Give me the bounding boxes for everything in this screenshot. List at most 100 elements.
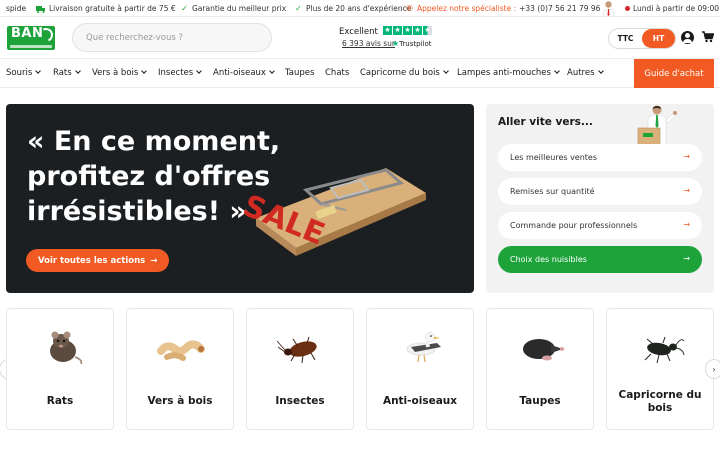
mole-icon — [523, 339, 564, 361]
quick-link-quantity-discounts[interactable]: Remises sur quantité → — [498, 178, 702, 205]
nav-item-lampes-anti-mouches[interactable]: Lampes anti-mouches — [457, 68, 560, 78]
quick-link-label: Les meilleures ventes — [510, 153, 598, 162]
category-label: Taupes — [519, 395, 561, 407]
status-dot-icon — [625, 6, 630, 11]
check-icon: ✓ — [295, 3, 302, 13]
topbar-text: Garantie du meilleur prix — [192, 4, 287, 13]
nav-item-label: Lampes anti-mouches — [457, 68, 551, 78]
chevron-down-icon — [597, 68, 604, 74]
rat-icon — [50, 331, 83, 365]
quick-link-best-sellers[interactable]: Les meilleures ventes → — [498, 144, 702, 171]
check-icon: ✓ — [181, 3, 188, 13]
nav-item-insectes[interactable]: Insectes — [158, 68, 203, 78]
seagull-icon — [406, 332, 441, 363]
cockroach-icon — [277, 336, 317, 364]
trustpilot-reviews-link[interactable]: 6 393 avis sur — [342, 39, 395, 48]
arrow-right-icon: → — [150, 255, 158, 266]
tax-ttc-option[interactable]: TTC — [609, 29, 642, 48]
quick-link-professional-orders[interactable]: Commande pour professionnels → — [498, 212, 702, 239]
main-nav: Souris Rats Vers à bois Insectes Anti-oi… — [0, 58, 720, 88]
quick-link-pest-choice[interactable]: Choix des nuisibles → — [498, 246, 702, 273]
chevron-down-icon — [554, 68, 560, 74]
tax-ht-option[interactable]: HT — [642, 29, 675, 48]
category-label: Rats — [46, 395, 74, 407]
nav-item-rats[interactable]: Rats — [53, 68, 81, 78]
account-icon[interactable] — [681, 31, 694, 44]
topbar-item-experience: ✓ Plus de 20 ans d'expérience — [294, 4, 411, 13]
nav-item-label: Capricorne du bois — [360, 68, 440, 78]
beetle-icon — [644, 336, 685, 364]
quick-link-label: Choix des nuisibles — [510, 255, 587, 264]
category-card-vers-a-bois[interactable]: Vers à bois — [126, 308, 234, 430]
search-box[interactable] — [72, 23, 272, 52]
nav-item-label: Vers à bois — [92, 68, 139, 78]
star-icon: ★ — [393, 26, 402, 35]
category-label: Capricorne du bois — [618, 389, 702, 414]
topbar-call-text: Appelez notre spécialiste : — [417, 4, 517, 13]
category-card-taupes[interactable]: Taupes — [486, 308, 594, 430]
arrow-right-icon: → — [683, 254, 690, 263]
nav-item-label: Autres — [567, 68, 595, 78]
quick-link-label: Remises sur quantité — [510, 187, 595, 196]
truck-icon — [36, 5, 45, 13]
nav-item-souris[interactable]: Souris — [6, 68, 42, 78]
chevron-down-icon — [269, 68, 275, 74]
topbar-text: spide — [6, 4, 27, 13]
star-icon: ★ — [413, 26, 422, 35]
chevron-down-icon — [35, 68, 42, 74]
view-all-actions-button[interactable]: Voir toutes les actions → — [26, 249, 170, 272]
arrow-right-icon: → — [683, 152, 690, 161]
trustpilot-stars: ★ ★ ★ ★ ★ — [383, 26, 432, 35]
tax-toggle[interactable]: TTC HT — [608, 28, 676, 49]
logo[interactable]: BAN — [7, 26, 55, 50]
nav-item-anti-oiseaux[interactable]: Anti-oiseaux — [213, 68, 275, 78]
chevron-down-icon — [141, 68, 148, 74]
arrow-right-icon: → — [683, 220, 690, 229]
phone-number[interactable]: +33 (0)7 56 21 79 96 — [519, 4, 600, 13]
topbar-text: Livraison gratuite à partir de 75 € — [49, 4, 176, 13]
arrow-right-icon: → — [683, 186, 690, 195]
nav-item-autres[interactable]: Autres — [567, 68, 604, 78]
chevron-down-icon — [442, 68, 449, 74]
nav-item-chats[interactable]: Chats — [325, 68, 349, 78]
specialist-with-box-image — [637, 105, 677, 146]
trustpilot-rating-label: Excellent — [339, 27, 378, 37]
topbar-item-delivery: Livraison gratuite à partir de 75 € — [36, 4, 176, 13]
trustpilot-brand-text: Trustpilot — [399, 40, 432, 48]
topbar-item-phone[interactable]: ✆ Appelez notre spécialiste : +33 (0)7 5… — [405, 4, 600, 13]
nav-item-label: Souris — [6, 68, 33, 78]
nav-item-label: Anti-oiseaux — [213, 68, 266, 78]
topbar-item-hours: Lundi à partir de 09:00 — [625, 4, 719, 13]
nav-item-label: Rats — [53, 68, 72, 78]
nav-item-taupes[interactable]: Taupes — [285, 68, 314, 78]
cta-label: Voir toutes les actions — [38, 255, 146, 266]
category-label: Vers à bois — [147, 395, 213, 407]
mousetrap-sale-image: SALE — [238, 168, 426, 256]
logo-tagline-bar — [10, 45, 52, 48]
topbar-item: spide — [6, 4, 26, 13]
star-icon: ★ — [403, 26, 412, 35]
nav-item-label: Taupes — [285, 68, 315, 78]
carousel-next-button[interactable]: › — [705, 359, 720, 379]
category-label: Insectes — [275, 395, 325, 407]
quick-links-panel: Aller vite vers... Les meilleures ventes… — [486, 104, 714, 293]
category-card-insectes[interactable]: Insectes — [246, 308, 354, 430]
star-icon: ★ — [383, 26, 392, 35]
phone-icon: ✆ — [406, 3, 413, 13]
nav-item-label: Chats — [325, 68, 350, 78]
search-input[interactable] — [73, 24, 271, 51]
nav-item-label: Insectes — [158, 68, 194, 78]
cart-icon[interactable] — [702, 31, 714, 43]
specialist-avatar — [602, 1, 615, 16]
woodworm-icon — [157, 340, 205, 361]
topbar-item-price: ✓ Garantie du meilleur prix — [180, 4, 286, 13]
category-card-rats[interactable]: Rats — [6, 308, 114, 430]
trustpilot-brand: ★Trustpilot — [392, 39, 432, 48]
category-card-capricorne-du-bois[interactable]: Capricorne du bois — [606, 308, 714, 430]
hero-banner[interactable]: « En ce moment, profitez d'offres irrési… — [6, 104, 474, 293]
nav-item-capricorne-du-bois[interactable]: Capricorne du bois — [360, 68, 449, 78]
buying-guide-button[interactable]: Guide d'achat — [634, 59, 714, 88]
half-star-icon: ★ — [423, 26, 432, 35]
category-card-anti-oiseaux[interactable]: Anti-oiseaux — [366, 308, 474, 430]
nav-item-vers-a-bois[interactable]: Vers à bois — [92, 68, 148, 78]
